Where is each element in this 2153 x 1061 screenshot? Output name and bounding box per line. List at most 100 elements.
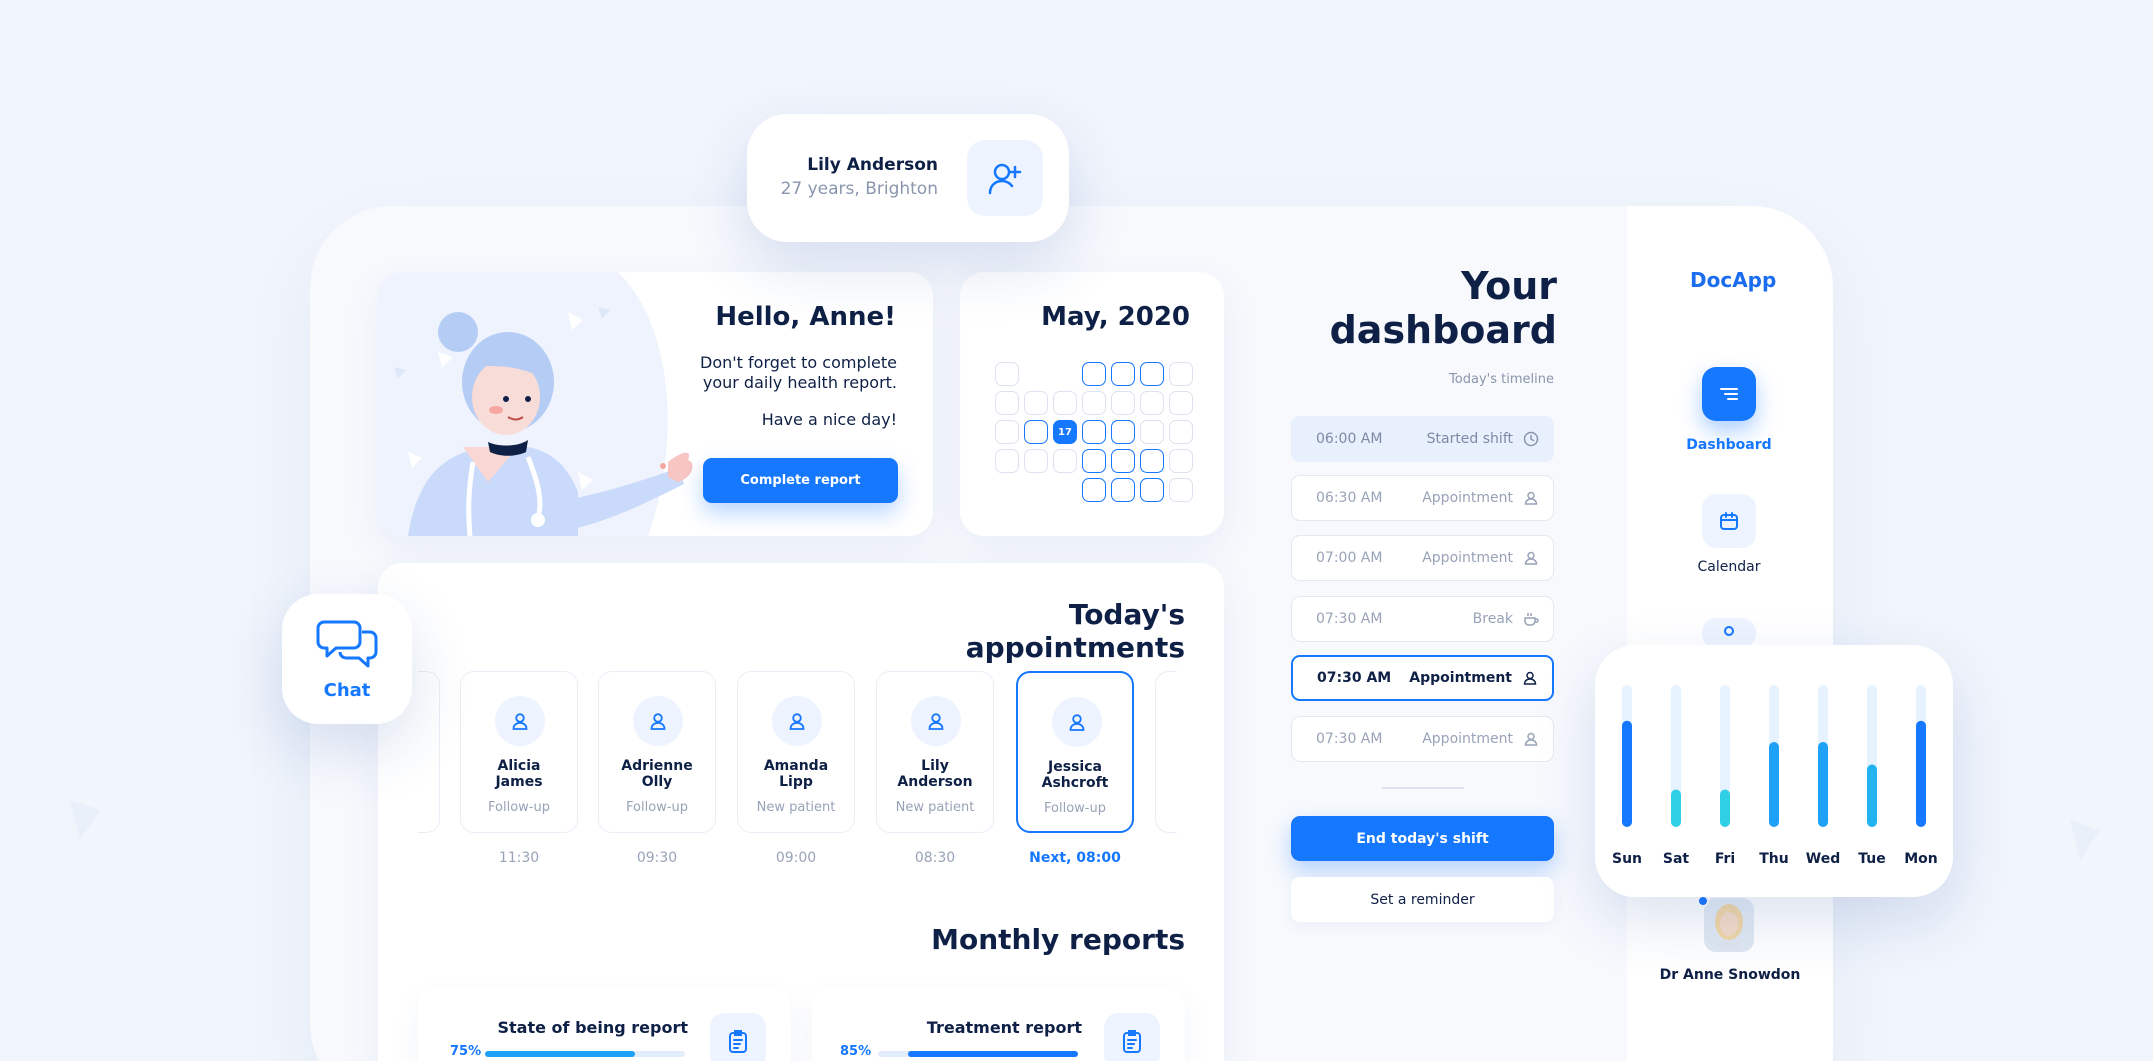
- appointment-card-next[interactable]: Jessica Ashcroft Follow-up: [1016, 671, 1134, 833]
- nav-calendar-label[interactable]: Calendar: [1659, 559, 1799, 575]
- calendar-day[interactable]: [1082, 420, 1106, 444]
- calendar-day[interactable]: [1111, 449, 1135, 473]
- app-logo[interactable]: DocApp: [1690, 268, 1776, 292]
- bar-wed: [1818, 742, 1828, 827]
- calendar-day[interactable]: [1169, 478, 1193, 502]
- set-reminder-button[interactable]: Set a reminder: [1291, 877, 1554, 922]
- appointment-card[interactable]: Lily Anderson New patient: [876, 671, 994, 833]
- nav-calendar-button[interactable]: [1702, 494, 1756, 548]
- report-icon-button[interactable]: [1104, 1013, 1160, 1061]
- greeting-sign-off: Have a nice day!: [761, 410, 897, 429]
- report-name: State of being report: [497, 1018, 689, 1037]
- add-patient-button[interactable]: [967, 140, 1043, 216]
- appointment-time: Next, 08:00: [1029, 850, 1121, 866]
- calendar-day[interactable]: [1111, 391, 1135, 415]
- calendar-day[interactable]: [995, 449, 1019, 473]
- calendar-day[interactable]: [995, 420, 1019, 444]
- patient-avatar: [911, 696, 961, 746]
- user-icon: [650, 713, 666, 730]
- appointment-type: Follow-up: [488, 800, 550, 815]
- calendar-day[interactable]: [1140, 362, 1164, 386]
- end-shift-button[interactable]: End today's shift: [1291, 816, 1554, 861]
- calendar-day[interactable]: [1024, 449, 1048, 473]
- calendar-day[interactable]: [995, 362, 1019, 386]
- patient-name: Lily Anderson: [807, 155, 938, 175]
- nav-patients-button[interactable]: [1702, 618, 1756, 648]
- calendar-day[interactable]: [1053, 391, 1077, 415]
- timeline-label-text: Appointment: [1422, 550, 1513, 566]
- calendar-day-today[interactable]: 17: [1053, 420, 1077, 444]
- calendar-day[interactable]: [1024, 420, 1048, 444]
- timeline-label-text: Started shift: [1426, 431, 1513, 447]
- calendar-day[interactable]: [1169, 391, 1193, 415]
- timeline-item[interactable]: 06:30 AM Appointment: [1291, 475, 1554, 521]
- calendar-day[interactable]: [1140, 420, 1164, 444]
- calendar-day[interactable]: [1082, 449, 1106, 473]
- user-icon: [1523, 671, 1537, 685]
- patient-avatar: [633, 696, 683, 746]
- patient-avatar: [1052, 697, 1102, 747]
- appointment-time: 11:30: [498, 850, 540, 866]
- timeline-label-text: Appointment: [1409, 670, 1512, 686]
- timeline-item[interactable]: 07:00 AM Appointment: [1291, 535, 1554, 581]
- doctor-avatar[interactable]: [1704, 898, 1754, 952]
- timeline-item-current[interactable]: 07:30 AM Appointment: [1291, 655, 1554, 701]
- appointment-card-partial[interactable]: [1155, 671, 1177, 833]
- calendar-day[interactable]: [1140, 449, 1164, 473]
- calendar-day[interactable]: [1082, 391, 1106, 415]
- appointment-card[interactable]: Alicia James Follow-up: [460, 671, 578, 833]
- calendar-day[interactable]: [1111, 420, 1135, 444]
- appointment-card-partial[interactable]: [418, 671, 440, 833]
- timeline-item[interactable]: 06:00 AM Started shift: [1291, 416, 1554, 462]
- day-label: Tue: [1858, 851, 1886, 867]
- day-label: Sat: [1662, 851, 1690, 867]
- nav-dashboard-label[interactable]: Dashboard: [1659, 437, 1799, 453]
- timeline-item[interactable]: 07:30 AM Appointment: [1291, 716, 1554, 762]
- user-icon: [1524, 732, 1538, 746]
- calendar-day[interactable]: [1111, 362, 1135, 386]
- appointment-type: Follow-up: [1044, 801, 1106, 816]
- chat-bubbles-icon: [316, 620, 378, 668]
- calendar-icon: [1720, 512, 1738, 530]
- greeting-title: Hello, Anne!: [715, 302, 896, 332]
- bar-fri: [1720, 789, 1730, 827]
- complete-report-button[interactable]: Complete report: [703, 458, 898, 503]
- timeline-label-text: Appointment: [1422, 731, 1513, 747]
- calendar-day[interactable]: [1169, 449, 1193, 473]
- timeline-time: 07:00 AM: [1316, 550, 1383, 566]
- calendar-title: May, 2020: [1041, 302, 1190, 332]
- user-icon: [928, 713, 944, 730]
- nav-dashboard-button[interactable]: [1702, 367, 1756, 421]
- user-icon: [1524, 491, 1538, 505]
- calendar-day[interactable]: [1082, 478, 1106, 502]
- calendar-day[interactable]: [1140, 391, 1164, 415]
- user-icon: [789, 713, 805, 730]
- menu-lines-icon: [1720, 388, 1738, 400]
- timeline-time: 07:30 AM: [1316, 611, 1383, 627]
- appointment-time: 09:00: [775, 850, 817, 866]
- timeline-item[interactable]: 07:30 AM Break: [1291, 596, 1554, 642]
- appointment-type: New patient: [756, 800, 836, 815]
- report-percent: 85%: [840, 1044, 872, 1059]
- calendar-day[interactable]: [1082, 362, 1106, 386]
- user-icon: [1524, 551, 1538, 565]
- user-icon: [1069, 714, 1085, 731]
- report-icon-button[interactable]: [710, 1013, 766, 1061]
- timeline-label-text: Appointment: [1422, 490, 1513, 506]
- calendar-day[interactable]: [1111, 478, 1135, 502]
- day-label: Wed: [1805, 851, 1841, 867]
- calendar-day[interactable]: [1169, 420, 1193, 444]
- timeline-time: 06:30 AM: [1316, 490, 1383, 506]
- appointment-card[interactable]: Adrienne Olly Follow-up: [598, 671, 716, 833]
- calendar-day[interactable]: [1024, 391, 1048, 415]
- patient-avatar: [495, 696, 545, 746]
- appointment-card[interactable]: Amanda Lipp New patient: [737, 671, 855, 833]
- calendar-day[interactable]: [1053, 449, 1077, 473]
- appointment-time: 08:30: [914, 850, 956, 866]
- page-title: Your dashboard: [1329, 264, 1557, 352]
- calendar-day[interactable]: [995, 391, 1019, 415]
- timeline-time: 06:00 AM: [1316, 431, 1383, 447]
- calendar-day[interactable]: [1140, 478, 1164, 502]
- calendar-day[interactable]: [1169, 362, 1193, 386]
- bar-mon: [1916, 720, 1926, 827]
